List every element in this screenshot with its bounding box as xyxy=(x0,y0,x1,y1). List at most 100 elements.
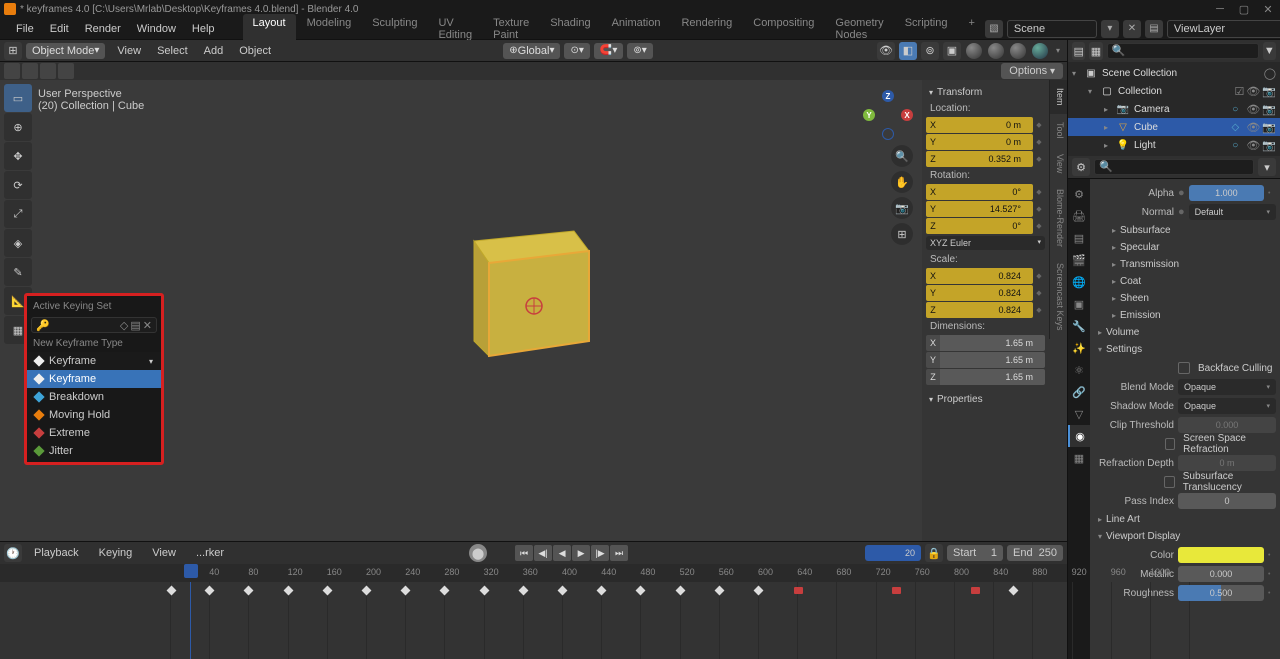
material-panel-coat[interactable]: Coat xyxy=(1094,273,1276,290)
transform-panel-header[interactable]: Transform xyxy=(926,84,1045,101)
material-panel-specular[interactable]: Specular xyxy=(1094,239,1276,256)
outliner-filter-icon[interactable]: ▼ xyxy=(1263,42,1276,60)
3d-viewport[interactable]: User Perspective (20) Collection | Cube … xyxy=(0,80,1067,541)
npanel-tab-screencast-keys[interactable]: Screencast Keys xyxy=(1049,255,1067,339)
orientation-dropdown[interactable]: ⊕ Global ▾ xyxy=(503,43,560,59)
outliner-search-input[interactable] xyxy=(1107,43,1259,59)
ssr-checkbox[interactable] xyxy=(1165,438,1175,450)
scene-name-input[interactable] xyxy=(1007,20,1097,38)
keyframe-type-extreme[interactable]: Extreme xyxy=(27,424,161,442)
shading-rendered[interactable] xyxy=(1032,43,1048,59)
menu-window[interactable]: Window xyxy=(129,20,184,38)
timeline-keyframe[interactable] xyxy=(440,586,450,596)
proportional-toggle[interactable]: ⊚▾ xyxy=(627,43,652,59)
jump-end-button[interactable]: ⏭ xyxy=(610,545,628,561)
timeline-keyframe[interactable] xyxy=(597,586,607,596)
keying-search-icon[interactable]: ◇ xyxy=(120,319,128,332)
dim-x-field[interactable]: 1.65 m xyxy=(940,335,1045,351)
prop-tab-modifiers[interactable]: 🔧 xyxy=(1068,315,1090,337)
workspace-tab-scripting[interactable]: Scripting xyxy=(895,14,958,44)
workspace-tab-layout[interactable]: Layout xyxy=(243,14,296,44)
timeline-keyframe[interactable] xyxy=(205,586,215,596)
timeline-keyframe[interactable] xyxy=(558,586,568,596)
timeline-keyframe[interactable] xyxy=(362,586,372,596)
scale-z-field[interactable]: 0.824 xyxy=(940,302,1033,318)
jump-start-button[interactable]: ⏮ xyxy=(515,545,533,561)
scale-tool[interactable]: ⤢ xyxy=(4,200,32,228)
transform-tool[interactable]: ◈ xyxy=(4,229,32,257)
editor-type-icon[interactable]: ⊞ xyxy=(4,42,22,60)
timeline-marker-menu[interactable]: ...rker xyxy=(188,544,232,562)
keyframe-type-keyframe[interactable]: Keyframe xyxy=(27,370,161,388)
properties-editor-icon[interactable]: ⚙ xyxy=(1072,158,1090,176)
select-mode4-icon[interactable] xyxy=(58,63,74,79)
prop-tab-render[interactable]: ⚙ xyxy=(1068,183,1090,205)
play-reverse-button[interactable]: ◀ xyxy=(553,545,571,561)
visibility-icon[interactable]: 👁 xyxy=(877,42,895,60)
loc-z-field[interactable]: 0.352 m xyxy=(940,151,1033,167)
timeline-keyframe[interactable] xyxy=(167,586,177,596)
outliner-scene-collection[interactable]: ▾▣ Scene Collection ◯ xyxy=(1068,64,1280,82)
maximize-button[interactable]: ▢ xyxy=(1236,2,1252,16)
shading-material[interactable] xyxy=(1010,43,1026,59)
viewport-display-panel[interactable]: Viewport Display xyxy=(1094,528,1276,545)
menu-help[interactable]: Help xyxy=(184,20,223,38)
npanel-tab-blome-render[interactable]: Blome-Render xyxy=(1049,181,1067,255)
menu-edit[interactable]: Edit xyxy=(42,20,77,38)
move-tool[interactable]: ✥ xyxy=(4,142,32,170)
timeline-keyframe[interactable] xyxy=(1008,586,1018,596)
workspace-tab-compositing[interactable]: Compositing xyxy=(743,14,824,44)
keying-open-icon[interactable]: ▤ xyxy=(130,319,140,332)
alpha-field[interactable]: 1.000 xyxy=(1189,185,1264,201)
workspace-tab-modeling[interactable]: Modeling xyxy=(297,14,362,44)
gizmo-z-axis[interactable]: Z xyxy=(882,90,894,102)
prop-tab-material[interactable]: ◉ xyxy=(1068,425,1090,447)
annotate-tool[interactable]: ✎ xyxy=(4,258,32,286)
npanel-tab-item[interactable]: Item xyxy=(1049,80,1067,114)
shading-options-dropdown[interactable]: ▾ xyxy=(1053,46,1063,55)
material-panel-subsurface[interactable]: Subsurface xyxy=(1094,222,1276,239)
select-mode2-icon[interactable] xyxy=(22,63,38,79)
timeline-track[interactable] xyxy=(0,582,1067,659)
keyframe-type-movinghold[interactable]: Moving Hold xyxy=(27,406,161,424)
keyframe-dot-icon[interactable]: ◆ xyxy=(1033,117,1045,133)
gizmo-neg-z[interactable] xyxy=(882,128,894,140)
gizmo-toggle[interactable]: ◧ xyxy=(899,42,917,60)
refraction-depth-field[interactable]: 0 m xyxy=(1178,455,1276,471)
rot-z-field[interactable]: 0° xyxy=(940,218,1033,234)
rotate-tool[interactable]: ⟳ xyxy=(4,171,32,199)
timeline-playback-menu[interactable]: Playback xyxy=(26,544,87,562)
minimize-button[interactable]: ─ xyxy=(1212,2,1228,16)
close-button[interactable]: ✕ xyxy=(1260,2,1276,16)
menu-file[interactable]: File xyxy=(8,20,42,38)
snap-toggle[interactable]: 🧲▾ xyxy=(594,43,623,59)
frame-lock-icon[interactable]: 🔒 xyxy=(925,544,943,562)
clip-threshold-field[interactable]: 0.000 xyxy=(1178,417,1276,433)
menu-render[interactable]: Render xyxy=(77,20,129,38)
current-frame-field[interactable]: 20 xyxy=(865,545,921,561)
viewport-menu-select[interactable]: Select xyxy=(149,42,196,60)
dim-z-field[interactable]: 1.65 m xyxy=(940,369,1045,385)
keying-close-icon[interactable]: ✕ xyxy=(143,319,152,332)
properties-search-input[interactable] xyxy=(1094,159,1254,175)
rot-y-field[interactable]: 14.527° xyxy=(940,201,1033,217)
timeline-playhead[interactable] xyxy=(190,582,191,659)
workspace-tab-uv-editing[interactable]: UV Editing xyxy=(428,14,482,44)
prop-tab-object[interactable]: ▣ xyxy=(1068,293,1090,315)
keyframe-type-breakdown[interactable]: Breakdown xyxy=(27,388,161,406)
scale-x-field[interactable]: 0.824 xyxy=(940,268,1033,284)
prop-tab-scene[interactable]: 🎬 xyxy=(1068,249,1090,271)
settings-panel[interactable]: Settings xyxy=(1094,341,1276,358)
timeline-ruler[interactable]: 4080120160200240280320360400440480520560… xyxy=(0,564,1067,582)
lineart-panel[interactable]: Line Art xyxy=(1094,511,1276,528)
perspective-toggle-icon[interactable]: ⊞ xyxy=(891,223,913,245)
viewport-menu-add[interactable]: Add xyxy=(196,42,232,60)
timeline-keyframe[interactable] xyxy=(401,586,411,596)
timeline-keyframe[interactable] xyxy=(892,587,901,594)
auto-keying-toggle[interactable]: ⬤ xyxy=(469,544,487,562)
npanel-tab-tool[interactable]: Tool xyxy=(1049,114,1067,147)
jump-prev-button[interactable]: ◀| xyxy=(534,545,552,561)
navigation-gizmo[interactable]: Z Y X xyxy=(863,90,913,140)
jump-next-button[interactable]: |▶ xyxy=(591,545,609,561)
dim-y-field[interactable]: 1.65 m xyxy=(940,352,1045,368)
